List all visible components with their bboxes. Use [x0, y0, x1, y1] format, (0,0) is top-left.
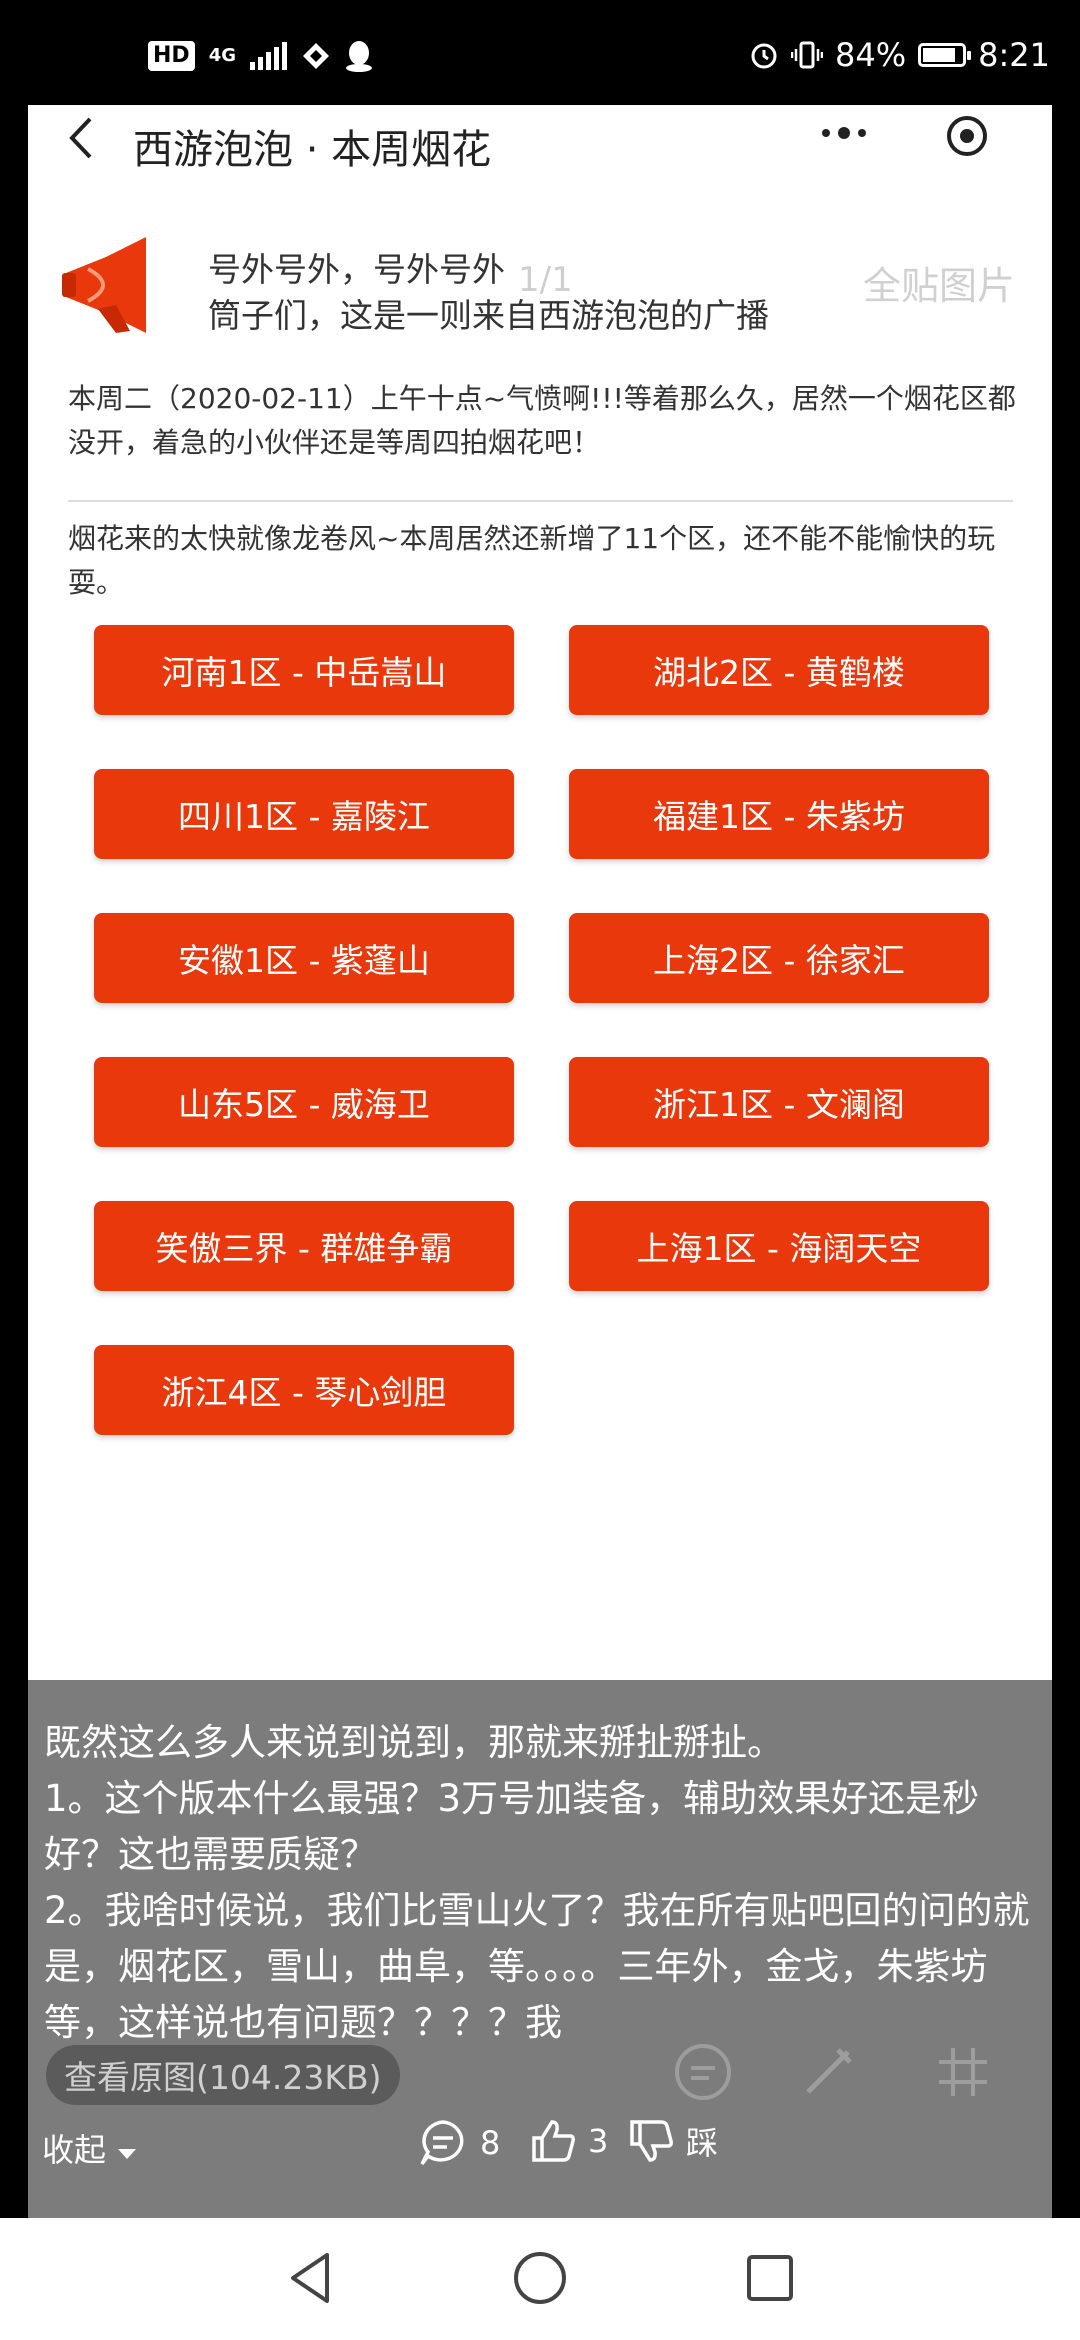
- post-text-line: 2。我啥时候说，我们比雪山火了？我在所有贴吧回的问的就是，烟花区，雪山，曲阜，等…: [44, 1889, 1030, 2044]
- notice-paragraph: 本周二（2020-02-11）上午十点~气愤啊!!!等着那么久，居然一个烟花区都…: [68, 382, 1016, 459]
- like-count: 3: [588, 2122, 609, 2160]
- district-button[interactable]: 湖北2区 - 黄鹤楼: [569, 625, 989, 715]
- new-districts-paragraph: 烟花来的太快就像龙卷风~本周居然还新增了11个区，还不能不能愉快的玩耍。: [68, 522, 996, 599]
- district-button[interactable]: 浙江4区 - 琴心剑胆: [94, 1345, 514, 1435]
- thumbs-down-icon: [630, 2120, 673, 2162]
- view-original-button[interactable]: 查看原图(104.23KB): [46, 2045, 400, 2105]
- dislike-label: 踩: [686, 2124, 719, 2162]
- more-icon[interactable]: [818, 111, 872, 162]
- grid-icon[interactable]: [933, 2042, 993, 2112]
- signal-icon: [250, 42, 287, 70]
- vpn-icon: [303, 43, 329, 69]
- comment-icon: [420, 2120, 464, 2166]
- status-right: 84% 8:21: [749, 36, 1050, 74]
- recents-square-icon[interactable]: [735, 2243, 805, 2313]
- status-left: HD 4G: [148, 40, 373, 72]
- comment-button[interactable]: 8: [418, 2118, 500, 2168]
- system-nav-bar: [0, 2218, 1080, 2340]
- caret-down-icon: [116, 2131, 138, 2169]
- battery-icon: [918, 43, 972, 67]
- clock: 8:21: [978, 36, 1050, 74]
- megaphone-icon: [62, 237, 146, 333]
- post-text-overlay: 既然这么多人来说到说到，那就来掰扯掰扯。 1。这个版本什么最强？3万号加装备，辅…: [28, 1680, 1052, 2218]
- image-counter: 1/1: [518, 260, 573, 300]
- hd-icon: HD: [148, 41, 195, 71]
- dislike-button[interactable]: 踩: [628, 2118, 718, 2164]
- thumbs-up-icon: [532, 2120, 575, 2162]
- collapse-label: 收起: [42, 2131, 107, 2169]
- close-miniapp-icon[interactable]: [936, 113, 998, 159]
- announcement-line-2: 筒子们，这是一则来自西游泡泡的广播: [208, 296, 769, 335]
- district-button[interactable]: 河南1区 - 中岳嵩山: [94, 625, 514, 715]
- battery-percent: 84%: [835, 36, 907, 74]
- like-button[interactable]: 3: [530, 2118, 608, 2164]
- district-button[interactable]: 上海2区 - 徐家汇: [569, 913, 989, 1003]
- divider: [68, 500, 1013, 502]
- full-post-images-link[interactable]: 全贴图片: [863, 255, 1015, 310]
- district-button[interactable]: 山东5区 - 威海卫: [94, 1057, 514, 1147]
- district-button[interactable]: 安徽1区 - 紫蓬山: [94, 913, 514, 1003]
- back-triangle-icon[interactable]: [275, 2243, 345, 2313]
- collapse-button[interactable]: 收起: [42, 2125, 138, 2171]
- district-button[interactable]: 浙江1区 - 文澜阁: [569, 1057, 989, 1147]
- district-button[interactable]: 福建1区 - 朱紫坊: [569, 769, 989, 859]
- comment-count: 8: [480, 2124, 501, 2162]
- post-text: 既然这么多人来说到说到，那就来掰扯掰扯。 1。这个版本什么最强？3万号加装备，辅…: [44, 1715, 1039, 2051]
- district-button[interactable]: 笑傲三界 - 群雄争霸: [94, 1201, 514, 1291]
- district-button[interactable]: 四川1区 - 嘉陵江: [94, 769, 514, 859]
- post-text-line: 1。这个版本什么最强？3万号加装备，辅助效果好还是秒好？这也需要质疑？: [44, 1777, 980, 1876]
- mini-app-header: 西游泡泡 · 本周烟花: [28, 105, 1052, 175]
- home-circle-icon[interactable]: [505, 2243, 575, 2313]
- text-toggle-icon[interactable]: [673, 2042, 733, 2112]
- status-bar: HD 4G 84% 8:21: [0, 0, 1080, 105]
- qq-icon: [346, 41, 372, 72]
- announcement-line-1: 号外号外，号外号外: [208, 250, 505, 289]
- alarm-icon: [751, 43, 777, 69]
- edit-icon[interactable]: [798, 2042, 858, 2112]
- network-type: 4G: [208, 45, 236, 66]
- mini-app-panel: 西游泡泡 · 本周烟花 号外号外，号外号外 筒子们，这是一则来自西游泡泡的广播 …: [28, 105, 1052, 1680]
- district-button[interactable]: 上海1区 - 海阔天空: [569, 1201, 989, 1291]
- post-text-line: 既然这么多人来说到说到，那就来掰扯掰扯。: [44, 1721, 784, 1764]
- back-arrow-icon[interactable]: [66, 115, 96, 172]
- page-title: 西游泡泡 · 本周烟花: [133, 127, 492, 173]
- announcement-text: 号外号外，号外号外 筒子们，这是一则来自西游泡泡的广播: [208, 247, 769, 339]
- vibrate-icon: [791, 41, 824, 69]
